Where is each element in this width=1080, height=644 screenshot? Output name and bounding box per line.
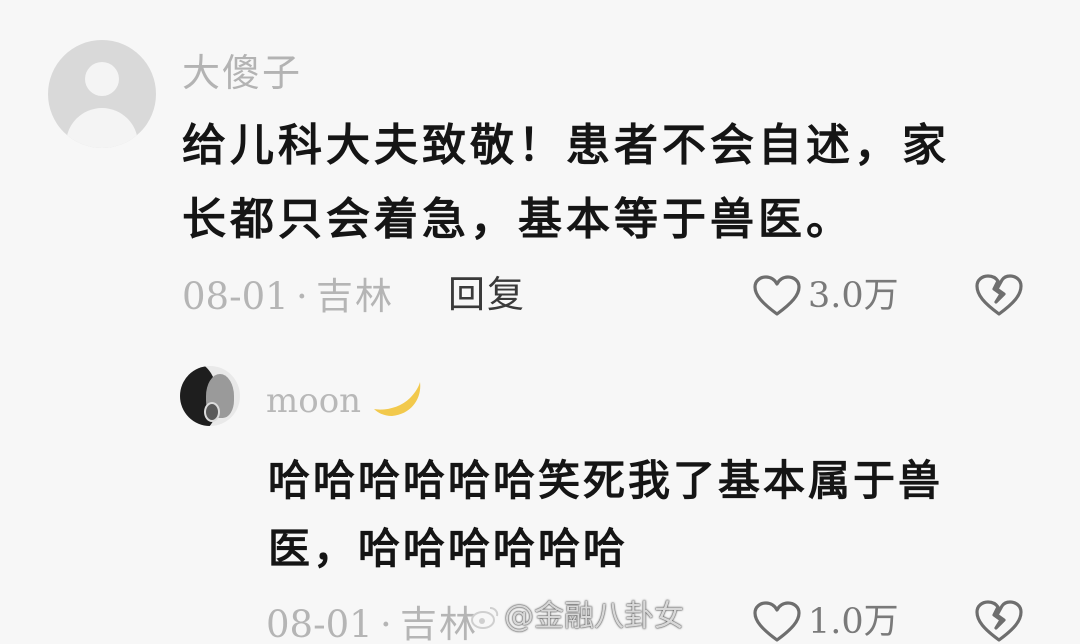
comment-location: 吉林 xyxy=(316,275,394,318)
reply-text-line-2: 医，哈哈哈哈哈哈 xyxy=(268,524,629,573)
default-user-icon-body xyxy=(66,108,138,148)
comment-thread: 大傻子 给儿科大夫致敬！患者不会自述，家 长都只会着急，基本等于兽医。 08-0… xyxy=(0,0,1080,644)
comment-username[interactable]: 大傻子 xyxy=(182,54,302,92)
reply-button[interactable]: 回复 xyxy=(448,276,526,313)
reply-like-count: 1.0万 xyxy=(808,601,899,642)
broken-heart-icon xyxy=(975,600,1023,642)
comment-date: 08-01 xyxy=(182,275,289,318)
reply-location: 吉林 xyxy=(400,603,478,644)
comment-text-line-2: 长都只会着急，基本等于兽医。 xyxy=(182,194,854,245)
meta-separator: · xyxy=(380,603,392,644)
heart-outline-icon xyxy=(753,601,801,642)
meta-separator: · xyxy=(296,275,308,318)
reply-text-line-1: 哈哈哈哈哈哈笑死我了基本属于兽 xyxy=(268,456,944,505)
user-avatar[interactable] xyxy=(48,40,156,148)
like-count: 3.0万 xyxy=(808,275,899,316)
reply-dislike-button[interactable] xyxy=(974,598,1024,644)
crescent-moon-icon xyxy=(374,382,421,416)
avatar-photo-earring xyxy=(204,402,220,422)
heart-outline-icon xyxy=(753,275,801,316)
reply-username[interactable]: moon xyxy=(266,384,361,418)
watermark: @金融八卦女 xyxy=(470,602,684,632)
comment-text-line-1: 给儿科大夫致敬！患者不会自述，家 xyxy=(182,120,950,171)
reply-like-button[interactable]: 1.0万 xyxy=(752,600,899,644)
watermark-text: @金融八卦女 xyxy=(504,599,684,634)
reply-user-avatar[interactable] xyxy=(180,366,240,426)
dislike-button[interactable] xyxy=(974,272,1024,322)
like-button[interactable]: 3.0万 xyxy=(752,274,899,318)
weibo-logo-icon xyxy=(471,607,499,629)
broken-heart-icon xyxy=(975,274,1023,316)
default-user-icon-head xyxy=(85,62,119,96)
reply-date: 08-01 xyxy=(266,603,373,644)
